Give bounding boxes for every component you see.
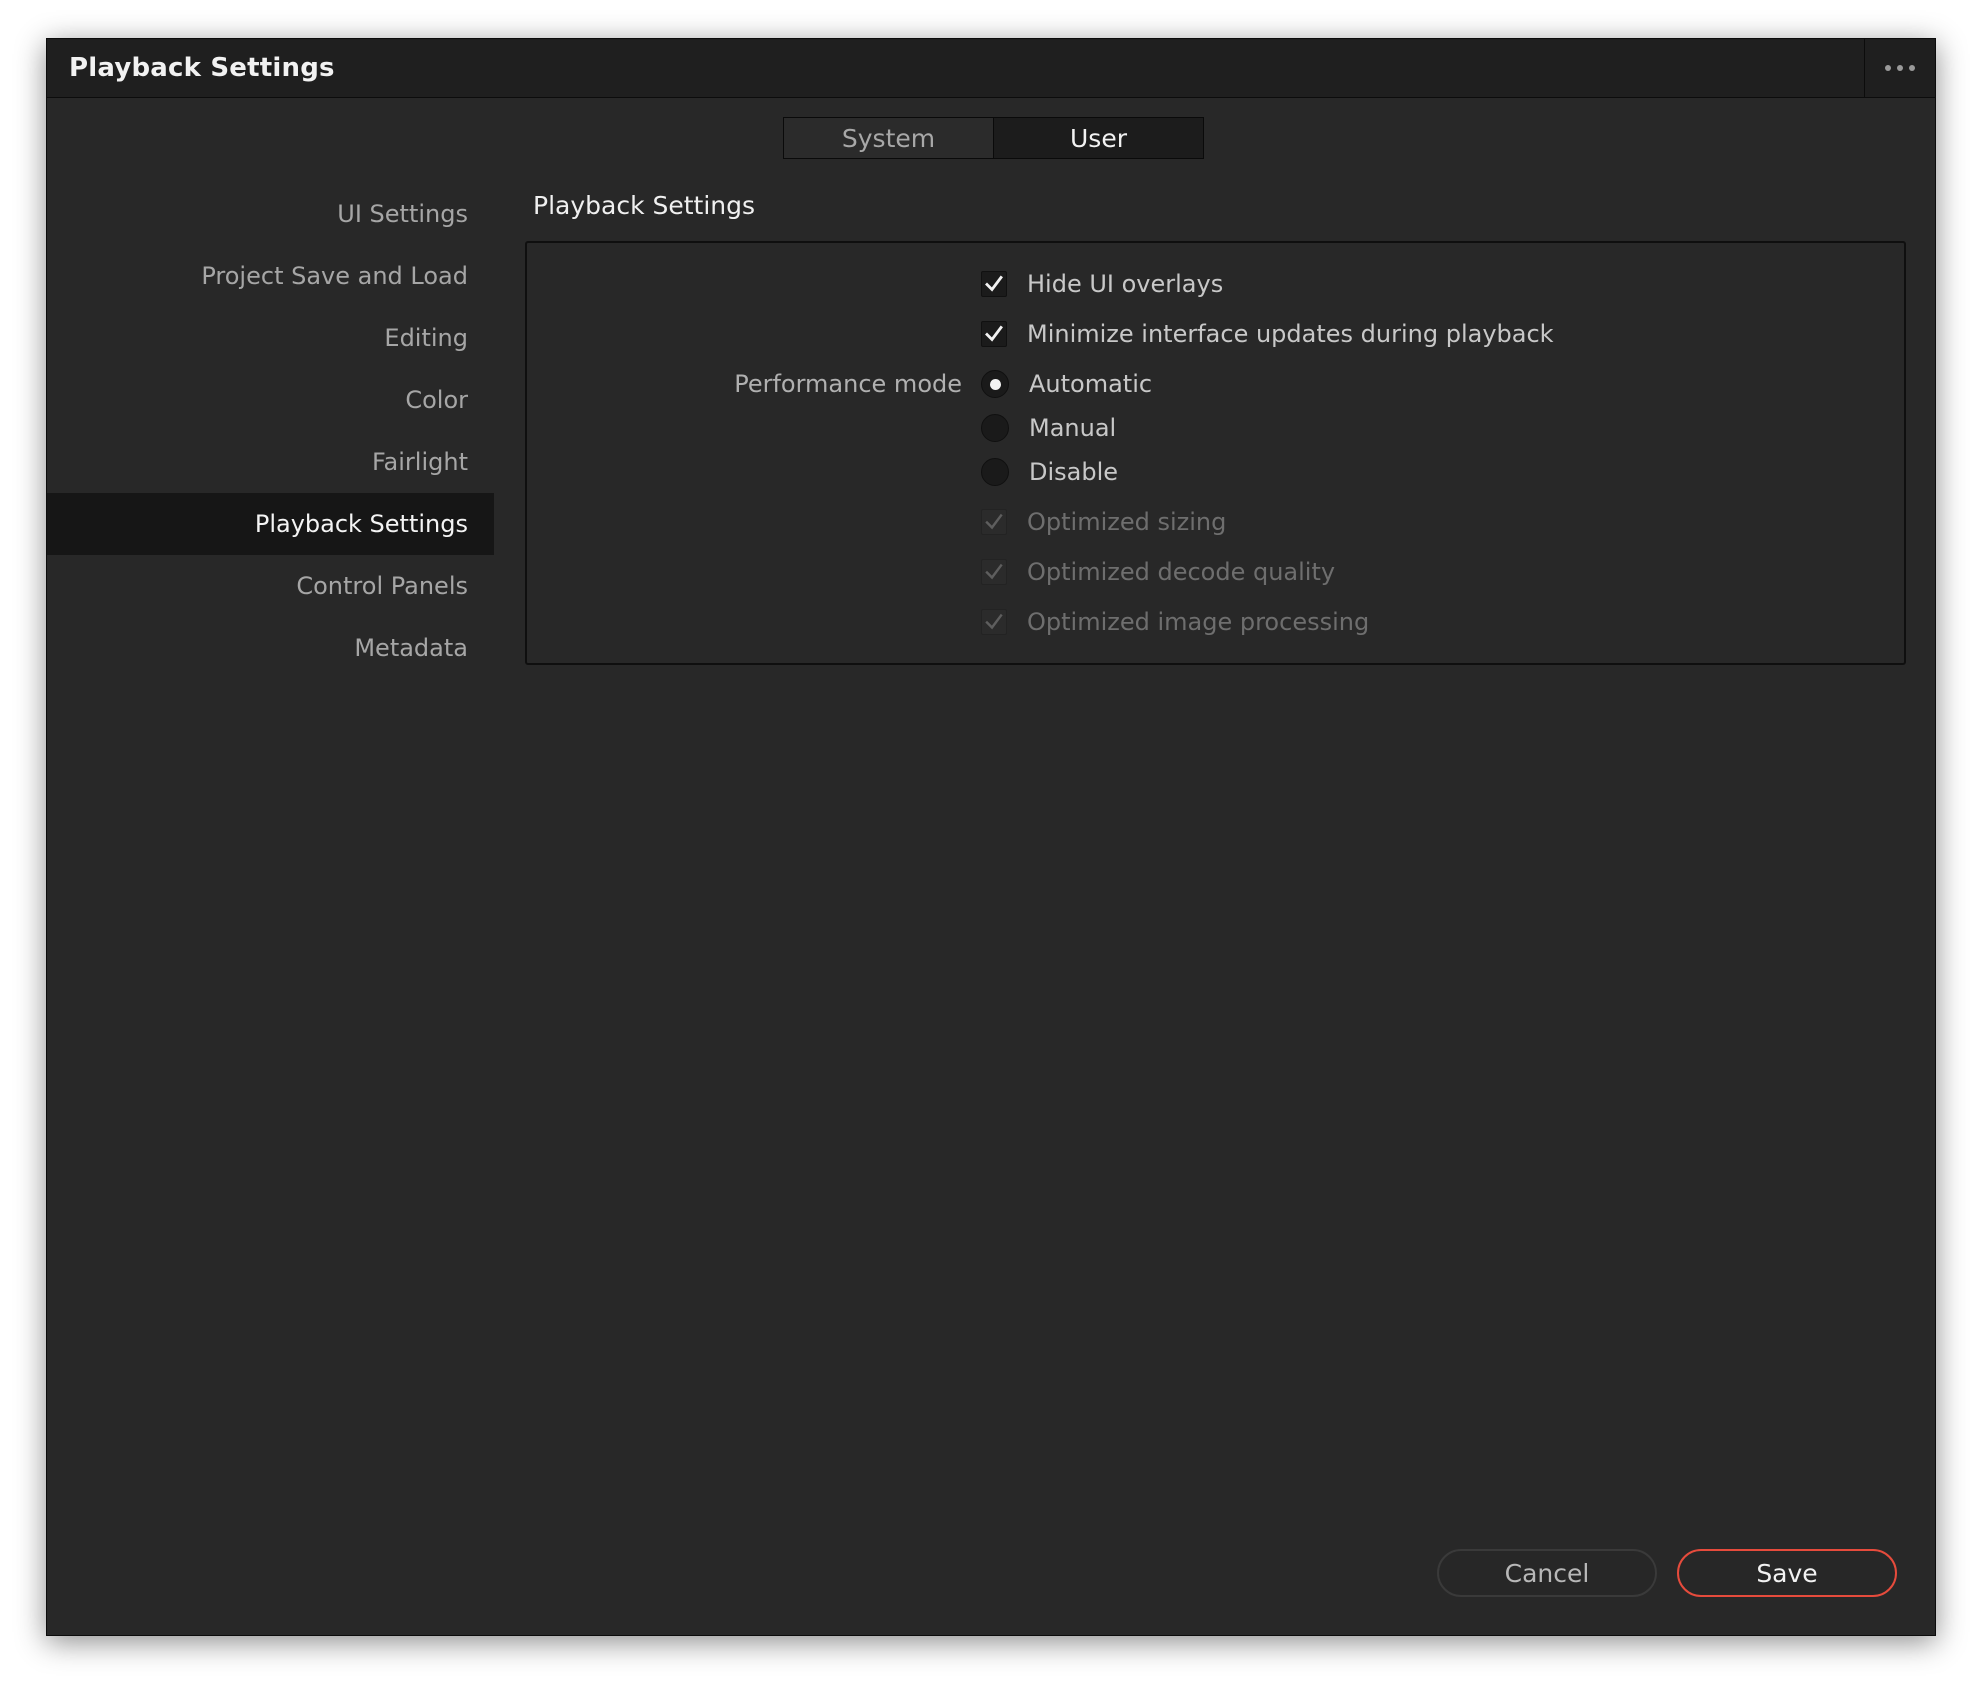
sidebar-item-color[interactable]: Color (47, 369, 494, 431)
checkmark-icon (985, 513, 1003, 530)
more-horizontal-icon (1897, 65, 1903, 71)
optimized-sizing-row: Optimized sizing (527, 505, 1904, 539)
more-horizontal-icon (1885, 65, 1891, 71)
performance-mode-disable-radio[interactable] (981, 458, 1009, 486)
minimize-updates-row: Minimize interface updates during playba… (527, 317, 1904, 351)
optimized-decode-label: Optimized decode quality (1027, 558, 1336, 586)
sidebar-item-editing[interactable]: Editing (47, 307, 494, 369)
sidebar-item-fairlight[interactable]: Fairlight (47, 431, 494, 493)
more-options-button[interactable] (1864, 39, 1935, 97)
hide-ui-overlays-label: Hide UI overlays (1027, 270, 1224, 298)
optimized-decode-row: Optimized decode quality (527, 555, 1904, 589)
save-button[interactable]: Save (1677, 1549, 1897, 1597)
cancel-button[interactable]: Cancel (1437, 1549, 1657, 1597)
checkmark-icon (985, 275, 1003, 292)
optimized-image-label: Optimized image processing (1027, 608, 1370, 636)
sidebar-item-control-panels[interactable]: Control Panels (47, 555, 494, 617)
checkmark-icon (985, 325, 1003, 342)
manual-option-label: Manual (1029, 414, 1117, 442)
minimize-updates-checkbox[interactable] (981, 321, 1007, 347)
performance-mode-automatic-radio[interactable] (981, 370, 1009, 398)
optimized-sizing-checkbox[interactable] (981, 509, 1007, 535)
performance-mode-automatic-row: Performance mode Automatic (527, 367, 1904, 401)
sidebar-item-playback-settings[interactable]: Playback Settings (47, 493, 494, 555)
settings-sidebar: UI Settings Project Save and Load Editin… (47, 183, 494, 679)
checkmark-icon (985, 613, 1003, 630)
performance-mode-manual-row: Manual (527, 411, 1904, 445)
optimized-image-row: Optimized image processing (527, 605, 1904, 639)
checkmark-icon (985, 563, 1003, 580)
tab-user[interactable]: User (994, 118, 1203, 158)
radio-selected-dot (989, 378, 1001, 390)
hide-ui-overlays-checkbox[interactable] (981, 271, 1007, 297)
more-horizontal-icon (1909, 65, 1915, 71)
playback-settings-panel: Hide UI overlays Minimize interface upda… (525, 241, 1906, 665)
section-title: Playback Settings (533, 191, 756, 220)
sidebar-item-project-save-and-load[interactable]: Project Save and Load (47, 245, 494, 307)
window-title: Playback Settings (69, 53, 335, 83)
performance-mode-disable-row: Disable (527, 455, 1904, 489)
sidebar-item-ui-settings[interactable]: UI Settings (47, 183, 494, 245)
optimized-sizing-label: Optimized sizing (1027, 508, 1227, 536)
performance-mode-manual-radio[interactable] (981, 414, 1009, 442)
sidebar-item-metadata[interactable]: Metadata (47, 617, 494, 679)
optimized-image-checkbox[interactable] (981, 609, 1007, 635)
disable-option-label: Disable (1029, 458, 1119, 486)
performance-mode-label: Performance mode (734, 370, 962, 398)
title-bar: Playback Settings (47, 39, 1935, 98)
preferences-window: Playback Settings System User UI Setting… (46, 38, 1936, 1636)
optimized-decode-checkbox[interactable] (981, 559, 1007, 585)
hide-ui-overlays-row: Hide UI overlays (527, 267, 1904, 301)
minimize-updates-label: Minimize interface updates during playba… (1027, 320, 1554, 348)
tab-system[interactable]: System (784, 118, 994, 158)
system-user-tabs: System User (783, 117, 1204, 159)
automatic-option-label: Automatic (1029, 370, 1153, 398)
